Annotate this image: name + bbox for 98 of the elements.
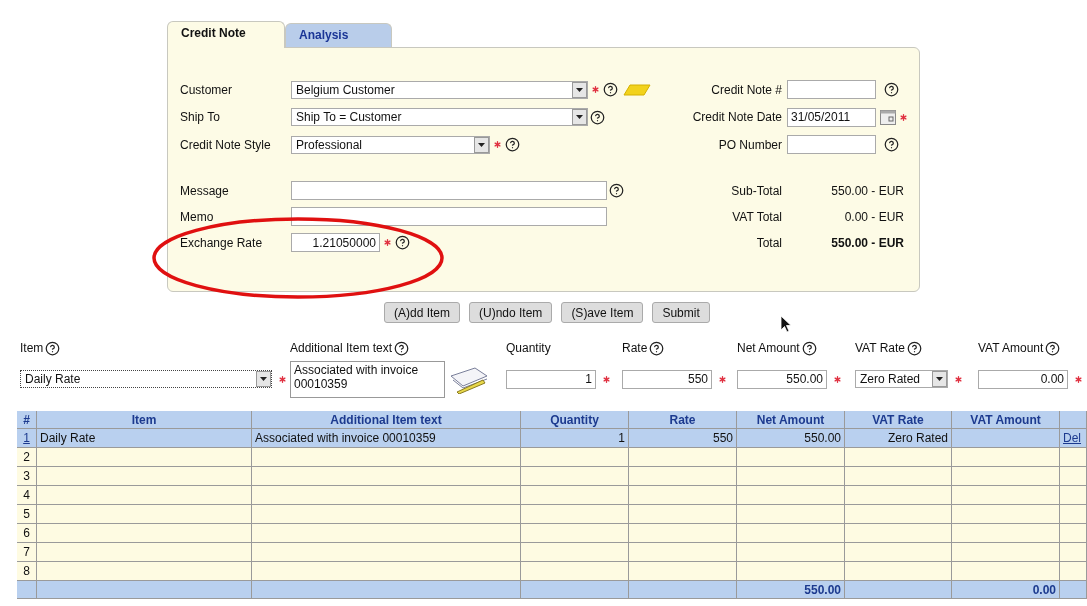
help-icon[interactable]: [884, 82, 899, 98]
dropdown-field[interactable]: Daily Rate: [20, 370, 272, 388]
total-value: 550.00 - EUR: [831, 235, 904, 250]
text-field[interactable]: 1: [506, 369, 596, 389]
total-label: Total: [756, 235, 782, 250]
field-label: VAT Amount: [978, 341, 1044, 355]
field-label: Item: [20, 341, 44, 355]
calendar-icon[interactable]: [880, 109, 896, 125]
help-icon[interactable]: [590, 109, 605, 125]
text-field[interactable]: 550: [622, 369, 712, 389]
text-field[interactable]: 550.00: [737, 369, 827, 389]
table-cell: [1060, 486, 1087, 505]
field-label: Message: [180, 183, 229, 198]
help-icon[interactable]: [609, 183, 624, 198]
mouse-pointer-icon: [780, 315, 792, 333]
caret-icon: [932, 371, 947, 387]
help-icon[interactable]: [394, 340, 410, 356]
table-cell: [1060, 562, 1087, 581]
notepad-pencil-icon[interactable]: [449, 364, 489, 394]
table-cell: [1060, 524, 1087, 543]
help-icon[interactable]: [1045, 340, 1061, 356]
action-button[interactable]: (S)ave Item: [561, 302, 644, 323]
text-field[interactable]: [787, 135, 876, 155]
field-label: Credit Note #: [711, 82, 782, 97]
table-cell: Zero Rated: [845, 429, 952, 448]
help-icon[interactable]: [45, 340, 61, 356]
column-header: Net Amount: [737, 411, 845, 429]
table-cell: 2: [17, 448, 37, 467]
column-header: Rate: [629, 411, 737, 429]
footer-cell: [1060, 581, 1087, 599]
table-cell: [1060, 543, 1087, 562]
total-value: 0.00 - EUR: [844, 209, 904, 224]
footer-cell: 550.00: [737, 581, 845, 599]
caret-icon: [572, 109, 587, 126]
row-link[interactable]: Del: [1063, 431, 1081, 445]
column-header: Additional Item text: [252, 411, 521, 429]
column-header: Quantity: [521, 411, 629, 429]
help-icon[interactable]: [907, 340, 923, 356]
action-button[interactable]: Submit: [652, 302, 710, 323]
table-cell: 4: [17, 486, 37, 505]
field-label: Net Amount: [737, 341, 800, 355]
table-cell: 550: [629, 429, 737, 448]
column-header: #: [17, 411, 37, 429]
footer-cell: [17, 581, 37, 599]
help-icon[interactable]: [801, 340, 817, 356]
action-button[interactable]: (U)ndo Item: [469, 302, 553, 323]
caret-icon: [572, 81, 587, 98]
dropdown-field[interactable]: Professional: [291, 135, 490, 154]
field-label: Ship To: [180, 110, 220, 125]
field-label: Memo: [180, 209, 214, 224]
table-cell: Daily Rate: [37, 429, 252, 448]
dropdown-field[interactable]: Ship To = Customer: [291, 108, 588, 127]
help-icon[interactable]: [395, 235, 410, 250]
dropdown-field[interactable]: Zero Rated: [855, 370, 948, 388]
column-header: VAT Rate: [845, 411, 952, 429]
field-label: Quantity: [506, 341, 551, 355]
field-label: VAT Rate: [855, 341, 906, 355]
text-field[interactable]: 1.21050000: [291, 233, 380, 252]
help-icon[interactable]: [649, 340, 665, 356]
help-icon[interactable]: [505, 137, 520, 153]
caret-icon: [256, 371, 271, 387]
row-link[interactable]: 1: [23, 431, 30, 445]
text-field[interactable]: [291, 207, 607, 226]
total-label: VAT Total: [732, 209, 782, 224]
table-cell: 8: [17, 562, 37, 581]
tab[interactable]: Analysis: [285, 23, 392, 47]
table-cell: 1: [521, 429, 629, 448]
text-field[interactable]: 31/05/2011: [787, 107, 876, 127]
field-label: Credit Note Date: [692, 110, 782, 125]
column-header: VAT Amount: [952, 411, 1060, 429]
table-cell: 7: [17, 543, 37, 562]
text-field[interactable]: [787, 80, 876, 100]
caret-icon: [474, 136, 489, 153]
table-cell: [1060, 467, 1087, 486]
table-cell: [1060, 505, 1087, 524]
field-label: Additional Item text: [290, 341, 393, 355]
table-cell: 3: [17, 467, 37, 486]
action-button[interactable]: (A)dd Item: [384, 302, 460, 323]
field-label: Credit Note Style: [180, 137, 271, 152]
help-icon[interactable]: [603, 82, 618, 98]
total-label: Sub-Total: [731, 183, 782, 198]
help-icon[interactable]: [884, 137, 899, 153]
dropdown-field[interactable]: Belgium Customer: [291, 80, 588, 99]
table-cell: 550.00: [737, 429, 845, 448]
table-cell: Associated with invoice 00010359: [252, 429, 521, 448]
tab[interactable]: Credit Note: [167, 21, 285, 48]
field-label: PO Number: [718, 137, 782, 152]
text-field[interactable]: [291, 181, 607, 200]
text-area[interactable]: Associated with invoice 00010359: [290, 360, 445, 398]
text-field[interactable]: 0.00: [978, 369, 1068, 389]
field-label: Customer: [180, 82, 232, 97]
footer-cell: 0.00: [952, 581, 1060, 599]
total-value: 550.00 - EUR: [831, 183, 904, 198]
field-label: Rate: [622, 341, 648, 355]
column-header: Item: [37, 411, 252, 429]
field-label: Exchange Rate: [180, 235, 263, 250]
table-cell: 6: [17, 524, 37, 543]
table-cell: 5: [17, 505, 37, 524]
